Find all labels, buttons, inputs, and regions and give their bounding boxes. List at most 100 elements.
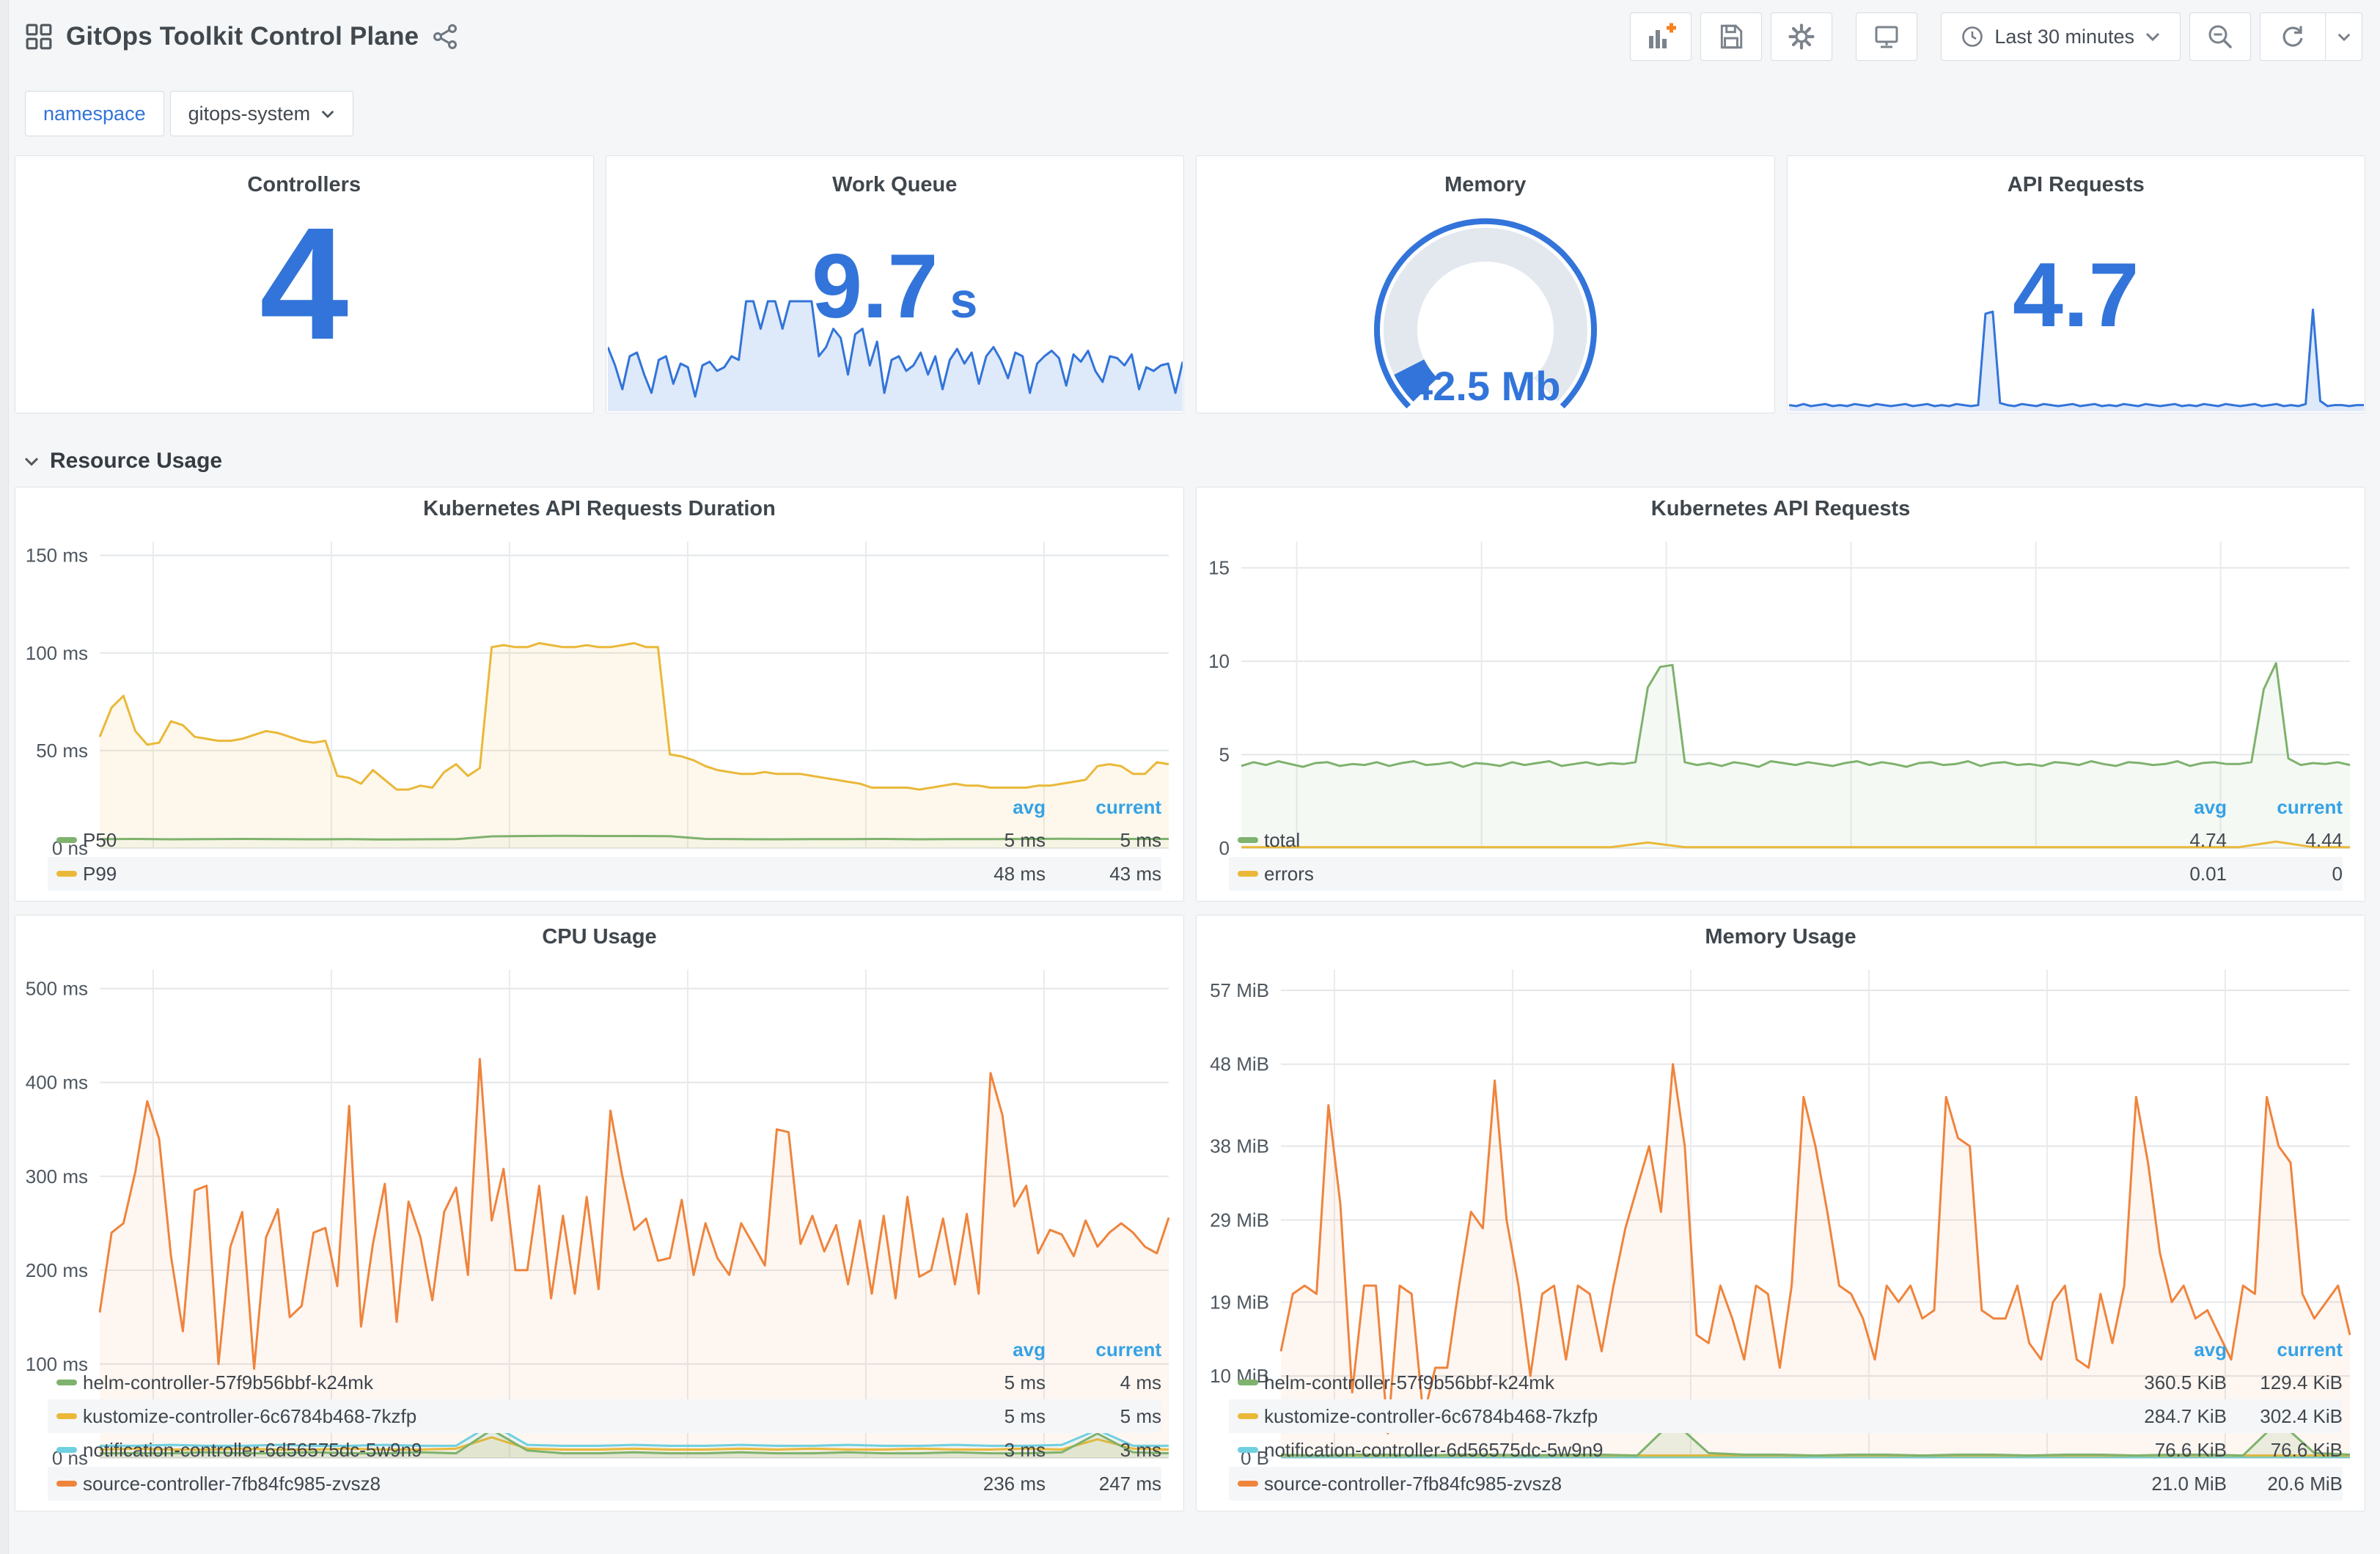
legend-row[interactable]: source-controller-7fb84fc985-zvsz8 236 ms… xyxy=(48,1467,1161,1500)
dashboard-toolbar: Last 30 minutes xyxy=(1630,12,2362,61)
legend-row[interactable]: kustomize-controller-6c6784b468-7kzfp 5 m… xyxy=(48,1399,1161,1433)
svg-text:300 ms: 300 ms xyxy=(26,1166,88,1187)
time-range-picker[interactable]: Last 30 minutes xyxy=(1941,12,2181,61)
zoom-out-button[interactable] xyxy=(2189,12,2251,61)
panel-title[interactable]: Work Queue xyxy=(606,163,1184,206)
panel-title[interactable]: Kubernetes API Requests Duration xyxy=(15,487,1183,530)
refresh-button[interactable] xyxy=(2260,13,2325,60)
series-color-swatch xyxy=(56,1447,77,1453)
panel-memory: Memory 42.5 Mb xyxy=(1196,155,1775,413)
save-dashboard-button[interactable] xyxy=(1700,12,1763,61)
series-label: P99 xyxy=(83,862,117,885)
series-label: source-controller-7fb84fc985-zvsz8 xyxy=(83,1472,381,1495)
svg-text:5: 5 xyxy=(1219,744,1230,766)
variable-label-namespace[interactable]: namespace xyxy=(25,91,164,136)
k8s-api-requests-duration-chart[interactable]: 0 ns50 ms100 ms150 ms15:0515:1015:1515:2… xyxy=(15,530,1183,885)
panel-title[interactable]: Memory xyxy=(1197,163,1774,206)
svg-text:400 ms: 400 ms xyxy=(26,1072,88,1094)
legend-row[interactable]: source-controller-7fb84fc985-zvsz8 21.0 M… xyxy=(1229,1467,2343,1500)
legend-row[interactable]: notification-controller-6d56575dc-5w9n9 3… xyxy=(48,1433,1161,1467)
series-avg-value: 284.7 KiB xyxy=(2144,1404,2227,1427)
panel-title[interactable]: Kubernetes API Requests xyxy=(1197,487,2365,530)
legend: avg current P50 5 ms 5 ms P99 48 ms 43 ms xyxy=(15,791,1183,901)
series-avg-value: 5 ms xyxy=(1004,1404,1046,1427)
series-avg-value: 76.6 KiB xyxy=(2154,1438,2227,1461)
memory-gauge-value: 42.5 Mb xyxy=(1410,363,1561,409)
series-current-value: 5 ms xyxy=(1120,1404,1161,1427)
variable-value-dropdown[interactable]: gitops-system xyxy=(169,91,354,136)
dashboard-grid-icon[interactable] xyxy=(25,23,53,51)
legend-sort-current[interactable]: current xyxy=(1046,796,1161,819)
svg-text:48 MiB: 48 MiB xyxy=(1210,1053,1269,1075)
charts-row-2: CPU Usage 0 ns 100 ms 200 ms 300 ms 400 ms 50… xyxy=(15,915,2365,1511)
legend: avg current total 4.74 4.44 errors 0.01 0 xyxy=(1197,791,2365,901)
svg-text:50 ms: 50 ms xyxy=(36,740,88,762)
panel-controllers: Controllers 4 xyxy=(15,155,594,413)
add-panel-button[interactable] xyxy=(1630,12,1692,61)
series-color-swatch xyxy=(1238,837,1258,843)
legend-row[interactable]: notification-controller-6d56575dc-5w9n9 7… xyxy=(1229,1433,2343,1467)
panel-title[interactable]: API Requests xyxy=(1788,163,2365,206)
panel-k8s-api-requests-duration: Kubernetes API Requests Duration 0 ns 50 … xyxy=(15,487,1184,902)
legend-row[interactable]: total 4.74 4.44 xyxy=(1229,823,2343,857)
series-color-swatch xyxy=(56,1481,77,1487)
dashboard-settings-button[interactable] xyxy=(1771,12,1833,61)
svg-text:15: 15 xyxy=(1208,557,1230,579)
legend-row[interactable]: P50 5 ms 5 ms xyxy=(48,823,1161,857)
series-current-value: 0 xyxy=(2332,862,2343,885)
dashboard-title: GitOps Toolkit Control Plane xyxy=(66,22,419,51)
series-avg-value: 48 ms xyxy=(993,862,1046,885)
series-label: source-controller-7fb84fc985-zvsz8 xyxy=(1264,1472,1562,1495)
legend-sort-avg[interactable]: avg xyxy=(917,1338,1046,1361)
series-avg-value: 21.0 MiB xyxy=(2151,1472,2227,1495)
cycle-view-mode-button[interactable] xyxy=(1856,12,1918,61)
legend-sort-avg[interactable]: avg xyxy=(2098,796,2227,819)
svg-text:10: 10 xyxy=(1208,650,1230,672)
series-avg-value: 236 ms xyxy=(983,1472,1046,1495)
work-queue-stat-value: 9.7 s xyxy=(812,236,978,337)
series-label: kustomize-controller-6c6784b468-7kzfp xyxy=(1264,1404,1598,1427)
dashboard-header: GitOps Toolkit Control Plane Last 30 min… xyxy=(25,9,2362,65)
legend-row[interactable]: P99 48 ms 43 ms xyxy=(48,857,1161,891)
collapsed-sidebar-edge xyxy=(0,0,9,1554)
series-avg-value: 0.01 xyxy=(2189,862,2227,885)
series-label: kustomize-controller-6c6784b468-7kzfp xyxy=(83,1404,417,1427)
legend-row[interactable]: helm-controller-57f9b56bbf-k24mk 360.5 Ki… xyxy=(1229,1366,2343,1399)
legend-row[interactable]: helm-controller-57f9b56bbf-k24mk 5 ms 4 ms xyxy=(48,1366,1161,1399)
refresh-interval-dropdown[interactable] xyxy=(2325,13,2362,60)
legend-header: avg current xyxy=(48,1333,1161,1366)
series-current-value: 129.4 KiB xyxy=(2260,1371,2343,1393)
legend-sort-current[interactable]: current xyxy=(1046,1338,1161,1361)
cpu-usage-chart[interactable]: 0 ns100 ms200 ms300 ms400 ms500 ms15:051… xyxy=(15,958,1183,1495)
controllers-stat-value: 4 xyxy=(260,195,349,373)
series-color-swatch xyxy=(1238,1380,1258,1385)
series-color-swatch xyxy=(56,837,77,843)
legend-sort-avg[interactable]: avg xyxy=(2098,1338,2227,1361)
legend-sort-avg[interactable]: avg xyxy=(917,796,1046,819)
grafana-dashboard: { "header": { "title": "GitOps Toolkit C… xyxy=(0,0,2380,1554)
memory-usage-chart[interactable]: 0 B10 MiB19 MiB29 MiB38 MiB48 MiB57 MiB1… xyxy=(1197,958,2365,1495)
share-icon[interactable] xyxy=(432,23,458,50)
memory-gauge: 42.5 Mb xyxy=(1359,203,1612,413)
k8s-api-requests-chart[interactable]: 05101515:0515:1015:1515:2015:2515:30 xyxy=(1197,530,2365,885)
panel-title[interactable]: Memory Usage xyxy=(1197,916,2365,958)
series-avg-value: 360.5 KiB xyxy=(2144,1371,2227,1393)
panel-title[interactable]: CPU Usage xyxy=(15,916,1183,958)
svg-text:200 ms: 200 ms xyxy=(26,1259,88,1281)
legend-row[interactable]: errors 0.01 0 xyxy=(1229,857,2343,891)
panel-k8s-api-requests: Kubernetes API Requests 05101515:0515:10… xyxy=(1196,487,2365,902)
series-current-value: 43 ms xyxy=(1109,862,1161,885)
charts-row-1: Kubernetes API Requests Duration 0 ns 50 … xyxy=(15,487,2365,902)
legend-row[interactable]: kustomize-controller-6c6784b468-7kzfp 284… xyxy=(1229,1399,2343,1433)
chevron-down-icon xyxy=(2337,33,2350,41)
series-color-swatch xyxy=(1238,1413,1258,1419)
series-current-value: 3 ms xyxy=(1120,1438,1161,1461)
row-resource-usage[interactable]: Resource Usage xyxy=(23,449,222,474)
api-requests-stat-value: 4.7 xyxy=(2013,245,2140,346)
dashboard-variables: namespace gitops-system xyxy=(25,91,354,136)
panel-work-queue: Work Queue 9.7 s xyxy=(605,155,1184,413)
chevron-down-icon xyxy=(2145,32,2160,42)
legend-sort-current[interactable]: current xyxy=(2227,796,2343,819)
chevron-down-icon xyxy=(24,457,39,466)
legend-sort-current[interactable]: current xyxy=(2227,1338,2343,1361)
